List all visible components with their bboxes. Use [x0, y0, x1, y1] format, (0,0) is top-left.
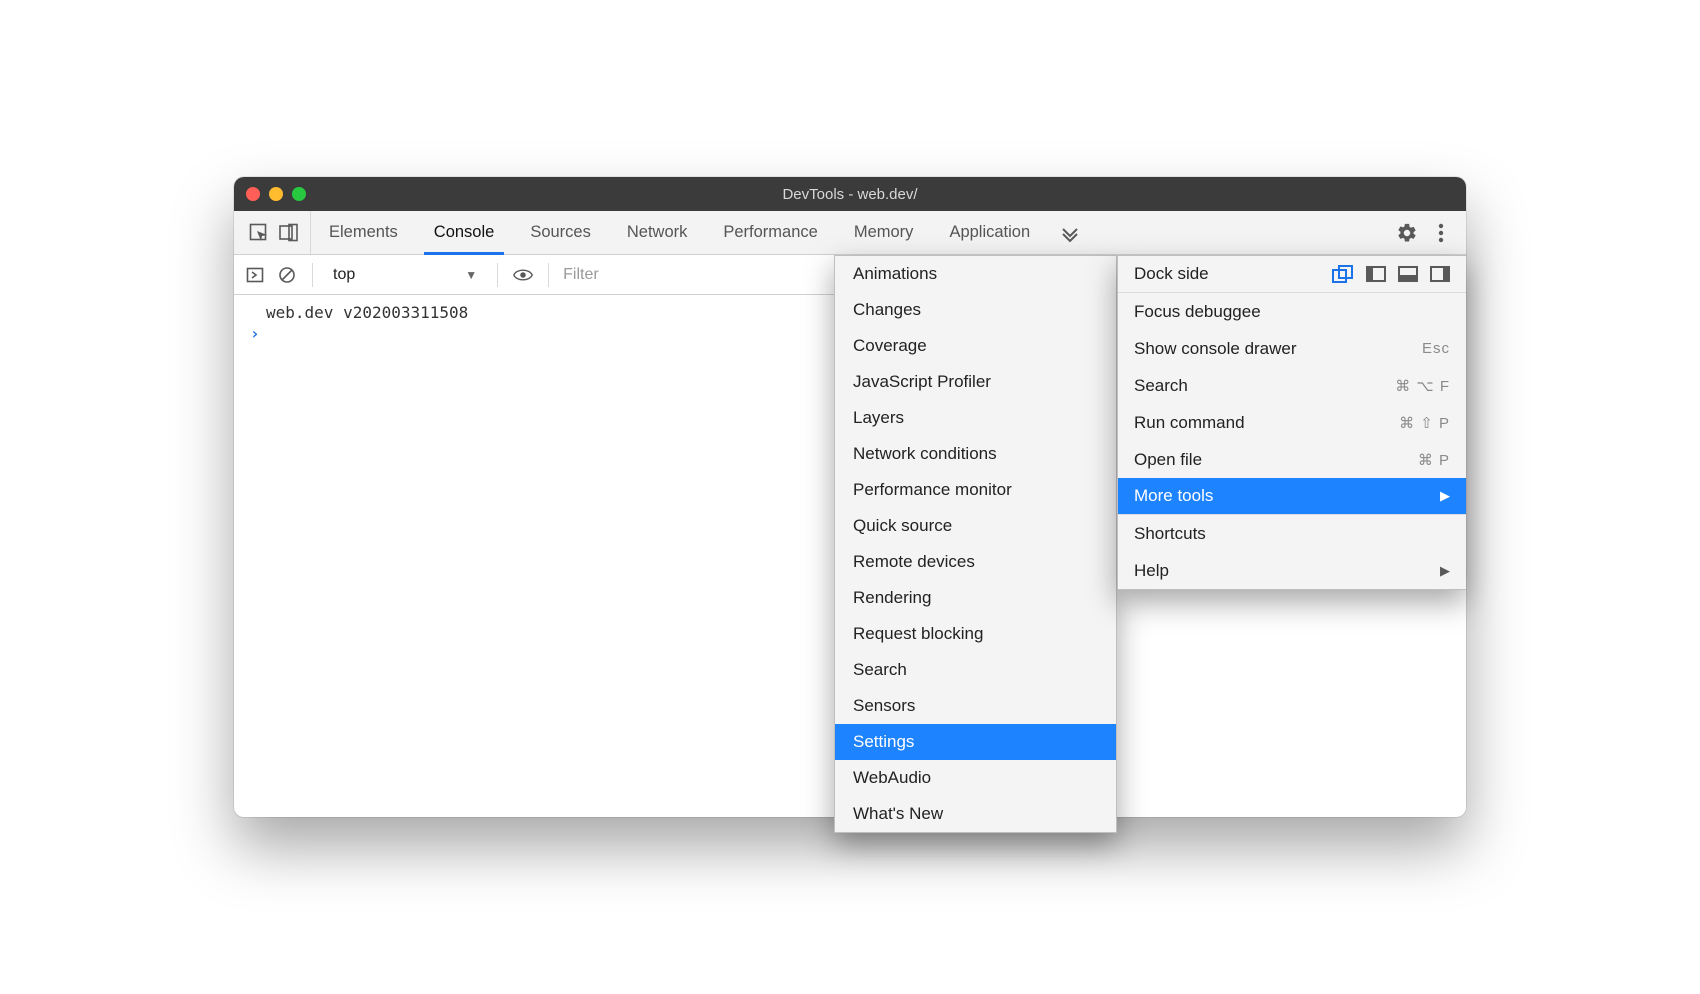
menu-label: Open file [1134, 450, 1202, 470]
main-menu: Dock side Focus debuggee Show [1117, 255, 1466, 590]
panel-tabs: Elements Console Sources Network Perform… [311, 211, 1048, 254]
submenu-arrow-icon: ▶ [1440, 488, 1450, 504]
more-tools-submenu: Animations Changes Coverage JavaScript P… [834, 255, 1117, 833]
devtools-window: DevTools - web.dev/ Elements Console Sou… [234, 177, 1466, 817]
kebab-menu-icon[interactable] [1430, 222, 1452, 244]
menu-dock-side: Dock side [1118, 256, 1466, 293]
live-expression-eye-icon[interactable] [512, 264, 534, 286]
dock-side-label: Dock side [1134, 264, 1209, 284]
minimize-window-button[interactable] [269, 187, 283, 201]
tab-console[interactable]: Console [416, 211, 513, 254]
tab-elements[interactable]: Elements [311, 211, 416, 254]
menu-open-file[interactable]: Open file ⌘ P [1118, 441, 1466, 478]
tab-network[interactable]: Network [609, 211, 706, 254]
submenu-item-performance-monitor[interactable]: Performance monitor [835, 472, 1116, 508]
menu-label: Shortcuts [1134, 524, 1206, 544]
separator [497, 263, 498, 287]
submenu-item-coverage[interactable]: Coverage [835, 328, 1116, 364]
tab-performance[interactable]: Performance [705, 211, 835, 254]
menu-more-tools[interactable]: More tools ▶ [1118, 478, 1466, 515]
separator [548, 263, 549, 287]
tab-application[interactable]: Application [931, 211, 1048, 254]
submenu-item-search[interactable]: Search [835, 652, 1116, 688]
window-title: DevTools - web.dev/ [234, 186, 1466, 203]
submenu-arrow-icon: ▶ [1440, 563, 1450, 579]
execution-context-select[interactable]: top ▼ [327, 266, 483, 284]
submenu-item-sensors[interactable]: Sensors [835, 688, 1116, 724]
tab-sources[interactable]: Sources [512, 211, 609, 254]
submenu-item-whats-new[interactable]: What's New [835, 796, 1116, 832]
zoom-window-button[interactable] [292, 187, 306, 201]
console-sidebar-toggle-icon[interactable] [244, 264, 266, 286]
menu-label: Help [1134, 561, 1169, 581]
traffic-lights [246, 187, 306, 201]
menu-label: Focus debuggee [1134, 302, 1261, 322]
menu-label: Show console drawer [1134, 339, 1297, 359]
submenu-item-layers[interactable]: Layers [835, 400, 1116, 436]
tabs-overflow-button[interactable] [1048, 211, 1092, 254]
submenu-item-settings[interactable]: Settings [835, 724, 1116, 760]
menu-label: Run command [1134, 413, 1245, 433]
submenu-item-webaudio[interactable]: WebAudio [835, 760, 1116, 796]
submenu-item-network-conditions[interactable]: Network conditions [835, 436, 1116, 472]
submenu-item-remote-devices[interactable]: Remote devices [835, 544, 1116, 580]
dock-right-icon[interactable] [1430, 266, 1450, 282]
submenu-item-animations[interactable]: Animations [835, 256, 1116, 292]
separator [312, 263, 313, 287]
submenu-item-rendering[interactable]: Rendering [835, 580, 1116, 616]
submenu-item-js-profiler[interactable]: JavaScript Profiler [835, 364, 1116, 400]
submenu-item-quick-source[interactable]: Quick source [835, 508, 1116, 544]
settings-gear-icon[interactable] [1396, 222, 1418, 244]
menu-shortcut: ⌘ ⇧ P [1399, 414, 1450, 432]
tab-memory[interactable]: Memory [836, 211, 932, 254]
clear-console-icon[interactable] [276, 264, 298, 286]
titlebar: DevTools - web.dev/ [234, 177, 1466, 211]
menu-show-console-drawer[interactable]: Show console drawer Esc [1118, 330, 1466, 367]
menu-label: More tools [1134, 486, 1213, 506]
context-label: top [333, 266, 355, 284]
close-window-button[interactable] [246, 187, 260, 201]
submenu-item-request-blocking[interactable]: Request blocking [835, 616, 1116, 652]
device-toolbar-icon[interactable] [278, 222, 300, 244]
dock-bottom-icon[interactable] [1398, 266, 1418, 282]
menu-shortcut: ⌘ P [1418, 451, 1450, 469]
panel-tabbar: Elements Console Sources Network Perform… [234, 211, 1466, 255]
dock-left-icon[interactable] [1366, 266, 1386, 282]
menu-shortcut: ⌘ ⌥ F [1395, 377, 1450, 395]
menu-help[interactable]: Help ▶ [1118, 552, 1466, 589]
menu-shortcut: Esc [1422, 340, 1450, 357]
menu-label: Search [1134, 376, 1188, 396]
submenu-item-changes[interactable]: Changes [835, 292, 1116, 328]
console-filter-input[interactable] [563, 261, 763, 289]
dropdown-triangle-icon: ▼ [465, 268, 477, 282]
menu-search[interactable]: Search ⌘ ⌥ F [1118, 367, 1466, 404]
menu-shortcuts[interactable]: Shortcuts [1118, 515, 1466, 552]
menu-focus-debuggee[interactable]: Focus debuggee [1118, 293, 1466, 330]
menu-run-command[interactable]: Run command ⌘ ⇧ P [1118, 404, 1466, 441]
dock-undock-icon[interactable] [1332, 265, 1354, 283]
inspect-element-icon[interactable] [248, 222, 270, 244]
